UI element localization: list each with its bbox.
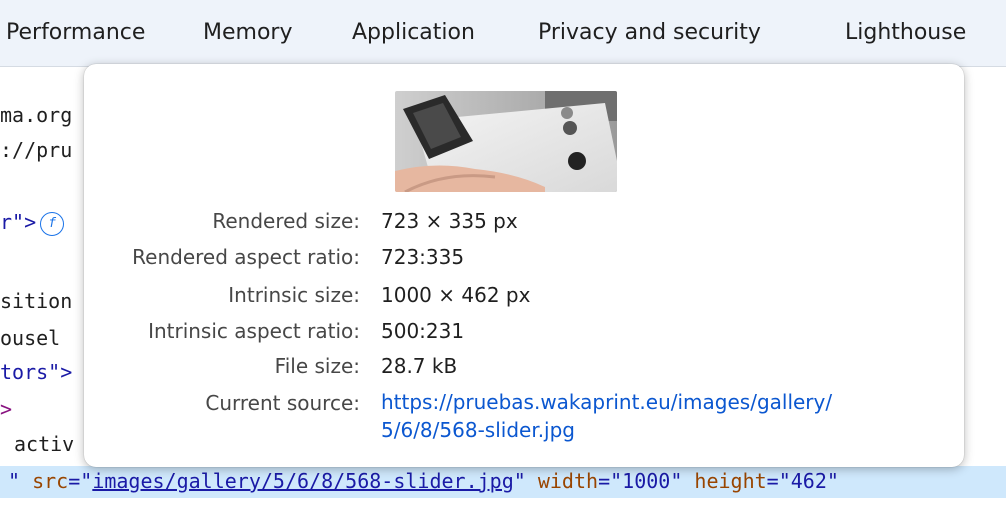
tab-lighthouse[interactable]: Lighthouse xyxy=(845,20,966,45)
code-quote: " xyxy=(8,469,21,493)
code-line[interactable]: sition xyxy=(0,287,72,315)
file-size-value: 28.7 kB xyxy=(381,354,458,378)
src-link[interactable]: images/gallery/5/6/8/568-slider.jpg xyxy=(92,469,513,493)
code-quote: " xyxy=(826,469,839,493)
image-thumbnail xyxy=(395,91,617,192)
code-line[interactable]: ://pru xyxy=(0,136,72,164)
devtools-tab-bar: Performance Memory Application Privacy a… xyxy=(0,0,1006,67)
attr-value-height: 462 xyxy=(790,469,827,493)
rendered-size-label: Rendered size: xyxy=(212,209,360,233)
tab-application[interactable]: Application xyxy=(352,20,475,45)
code-line[interactable]: tors"> xyxy=(0,358,72,386)
code-line[interactable]: activ xyxy=(14,430,74,458)
code-line[interactable]: ma.org xyxy=(0,101,72,129)
rendered-aspect-ratio-value: 723:335 xyxy=(381,245,465,269)
code-equals: =" xyxy=(68,469,93,493)
code-line[interactable]: r"> f xyxy=(0,208,65,236)
code-line[interactable]: ousel xyxy=(0,324,60,352)
intrinsic-size-value: 1000 × 462 px xyxy=(381,283,531,307)
tab-performance[interactable]: Performance xyxy=(6,20,145,45)
code-equals: =" xyxy=(766,469,791,493)
code-quote: " xyxy=(513,469,526,493)
intrinsic-aspect-ratio-value: 500:231 xyxy=(381,319,465,343)
image-preview-tooltip: Rendered size: 723 × 335 px Rendered asp… xyxy=(84,64,964,467)
intrinsic-aspect-ratio-label: Intrinsic aspect ratio: xyxy=(148,319,360,343)
current-source-label: Current source: xyxy=(205,391,360,415)
code-line[interactable]: > xyxy=(0,395,12,423)
code-line-text: r"> xyxy=(0,210,37,234)
code-quote: " xyxy=(670,469,683,493)
attr-value-width: 1000 xyxy=(622,469,671,493)
file-size-label: File size: xyxy=(274,354,360,378)
selected-element-code[interactable]: " src="images/gallery/5/6/8/568-slider.j… xyxy=(8,467,839,495)
rendered-size-value: 723 × 335 px xyxy=(381,209,518,233)
flex-badge-icon[interactable]: f xyxy=(40,211,65,236)
current-source-url-line2[interactable]: 5/6/8/568-slider.jpg xyxy=(381,416,832,444)
attr-name-width: width xyxy=(537,469,599,493)
current-source-url-line1[interactable]: https://pruebas.wakaprint.eu/images/gall… xyxy=(381,388,832,416)
rendered-aspect-ratio-label: Rendered aspect ratio: xyxy=(132,245,360,269)
attr-name-height: height xyxy=(694,469,767,493)
tab-privacy-and-security[interactable]: Privacy and security xyxy=(538,20,761,45)
attr-name-src: src xyxy=(32,469,69,493)
current-source-link[interactable]: https://pruebas.wakaprint.eu/images/gall… xyxy=(381,388,832,444)
tab-memory[interactable]: Memory xyxy=(203,20,292,45)
intrinsic-size-label: Intrinsic size: xyxy=(228,283,360,307)
code-equals: =" xyxy=(598,469,623,493)
